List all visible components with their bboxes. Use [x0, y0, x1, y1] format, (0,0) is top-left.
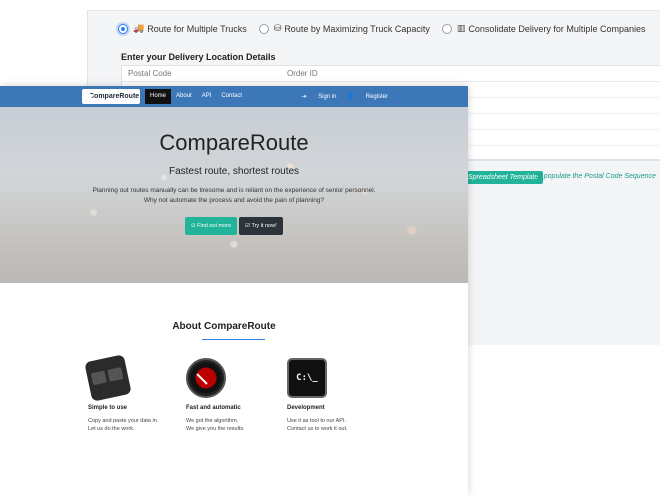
speedometer-icon	[186, 358, 226, 398]
hero-description-line: Planning out routes manually can be tire…	[92, 187, 376, 194]
find-out-more-button[interactable]: ⊙ Find out more	[185, 217, 238, 235]
option-label: Route by Maximizing Truck Capacity	[284, 23, 430, 34]
option-label: Consolidate Delivery for Multiple Compan…	[468, 23, 646, 34]
feature-development: C:\_ Development Use it as tool to our A…	[287, 358, 377, 433]
nav-contact[interactable]: Contact	[216, 89, 247, 104]
feature-simple: Simple to use Copy and paste your data i…	[84, 354, 178, 433]
nav-api[interactable]: API	[197, 89, 217, 104]
column-postal-code: Postal Code	[128, 69, 172, 78]
register-label: Register	[365, 94, 388, 100]
try-it-now-button[interactable]: ☑ Try it now!	[239, 217, 283, 235]
brand-name: CompareRoute	[89, 93, 140, 100]
register-link[interactable]: 👤 Register	[347, 93, 388, 100]
terminal-icon: C:\_	[287, 358, 327, 398]
nav-home[interactable]: Home	[145, 89, 172, 104]
delivery-type-options: 🚚 Route for Multiple Trucks ⛁ Route by M…	[118, 23, 657, 34]
try-it-now-label: Try it now!	[251, 223, 277, 229]
truck-icon: 🚚	[133, 23, 145, 33]
option-label: Route for Multiple Trucks	[147, 23, 247, 34]
sign-in-label: Sign in	[318, 94, 337, 100]
keyboard-keys-icon	[84, 354, 132, 402]
nav-links: Home About API Contact	[145, 89, 247, 104]
option-multiple-trucks[interactable]: 🚚 Route for Multiple Trucks	[118, 23, 247, 34]
feature-desc-line: We got the algorithm.	[186, 418, 239, 424]
feature-title: Simple to use	[88, 405, 128, 411]
landing-page-window: CompareRoute Home About API Contact ⇥ Si…	[0, 86, 468, 495]
option-max-capacity[interactable]: ⛁ Route by Maximizing Truck Capacity	[258, 23, 430, 34]
option-consolidate[interactable]: ▥ Consolidate Delivery for Multiple Comp…	[441, 23, 646, 34]
navbar: CompareRoute Home About API Contact ⇥ Si…	[0, 86, 468, 107]
bar-chart-icon: ▥	[456, 23, 466, 33]
hero-title: CompareRoute	[159, 130, 309, 155]
brand-logo[interactable]: CompareRoute	[82, 89, 140, 104]
hero-banner: CompareRoute Fastest route, shortest rou…	[0, 107, 468, 283]
hero-buttons: ⊙ Find out more ☑ Try it now!	[185, 217, 285, 235]
feature-desc-line: Contact us to work it out.	[287, 426, 348, 432]
feature-desc: Copy and paste your data in. Let us do t…	[88, 417, 178, 433]
feature-desc: We got the algorithm. We give you the re…	[186, 417, 276, 433]
radio-unselected[interactable]	[258, 23, 269, 34]
feature-title: Development	[287, 405, 325, 411]
feature-fast: Fast and automatic We got the algorithm.…	[186, 358, 276, 433]
nav-auth: ⇥ Sign in 👤 Register	[291, 93, 388, 100]
cubes-icon: ⛁	[273, 23, 282, 33]
screenshot-composite: 🚚 Route for Multiple Trucks ⛁ Route by M…	[0, 0, 660, 495]
about-title: About CompareRoute	[172, 321, 276, 332]
table-header: Postal Code Order ID	[122, 66, 660, 82]
feature-desc-line: Let us do the work.	[88, 426, 135, 432]
radio-selected[interactable]	[118, 23, 128, 34]
radio-unselected[interactable]	[441, 23, 452, 34]
feature-desc-line: Copy and paste your data in.	[88, 418, 159, 424]
sign-in-link[interactable]: ⇥ Sign in	[301, 93, 336, 100]
hero-subtitle: Fastest route, shortest routes	[168, 166, 300, 177]
column-order-id: Order ID	[287, 69, 318, 78]
section-title: Enter your Delivery Location Details	[121, 52, 276, 62]
spreadsheet-template-button[interactable]: Spreadsheet Template	[463, 171, 544, 184]
feature-title: Fast and automatic	[186, 405, 241, 411]
feature-desc-line: We give you the results.	[186, 426, 245, 432]
find-out-more-label: Find out more	[197, 223, 232, 229]
nav-about[interactable]: About	[171, 89, 197, 104]
template-note: to populate the Postal Code Sequence	[536, 173, 656, 180]
title-underline	[202, 339, 265, 340]
feature-desc: Use it as tool to our API. Contact us to…	[287, 417, 377, 433]
hero-description: Planning out routes manually can be tire…	[60, 186, 408, 206]
hero-description-line: Why not automate the process and avoid t…	[143, 197, 325, 204]
feature-desc-line: Use it as tool to our API.	[287, 418, 347, 424]
